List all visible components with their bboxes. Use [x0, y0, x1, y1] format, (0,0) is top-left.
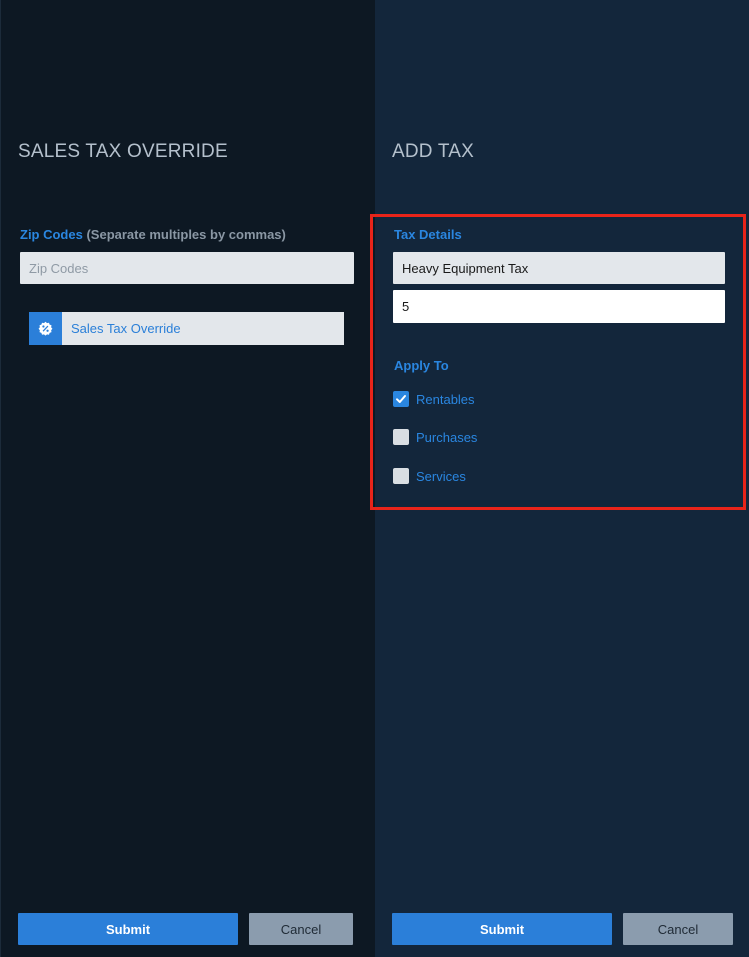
apply-to-label: Apply To [394, 358, 449, 373]
tax-rate-input[interactable] [393, 290, 725, 323]
apply-to-services-option[interactable]: Services [393, 467, 466, 485]
sales-tax-cancel-button[interactable]: Cancel [249, 913, 353, 945]
tax-name-input[interactable] [393, 252, 725, 284]
purchases-label: Purchases [416, 429, 478, 445]
rentables-label: Rentables [416, 391, 475, 407]
sales-tax-override-chip[interactable]: Sales Tax Override [29, 312, 344, 345]
tax-details-label: Tax Details [394, 227, 462, 242]
purchases-checkbox[interactable] [393, 429, 409, 445]
checkmark-icon [396, 395, 406, 403]
zip-codes-hint: (Separate multiples by commas) [86, 227, 286, 242]
rentables-checkbox[interactable] [393, 391, 409, 407]
zip-codes-label-text: Zip Codes [20, 227, 83, 242]
add-tax-cancel-button[interactable]: Cancel [623, 913, 733, 945]
apply-to-purchases-option[interactable]: Purchases [393, 428, 477, 446]
services-label: Services [416, 468, 466, 484]
sales-tax-submit-button[interactable]: Submit [18, 913, 238, 945]
add-tax-title: ADD TAX [392, 141, 474, 162]
zip-codes-input[interactable] [20, 252, 354, 284]
sales-tax-override-title: SALES TAX OVERRIDE [18, 141, 228, 162]
apply-to-rentables-option[interactable]: Rentables [393, 390, 475, 408]
zip-codes-label: Zip Codes (Separate multiples by commas) [20, 227, 286, 242]
add-tax-submit-button[interactable]: Submit [392, 913, 612, 945]
sales-tax-override-panel: SALES TAX OVERRIDE Zip Codes (Separate m… [0, 0, 375, 957]
sales-tax-override-chip-label: Sales Tax Override [71, 321, 181, 336]
percent-badge-icon [29, 312, 62, 345]
services-checkbox[interactable] [393, 468, 409, 484]
